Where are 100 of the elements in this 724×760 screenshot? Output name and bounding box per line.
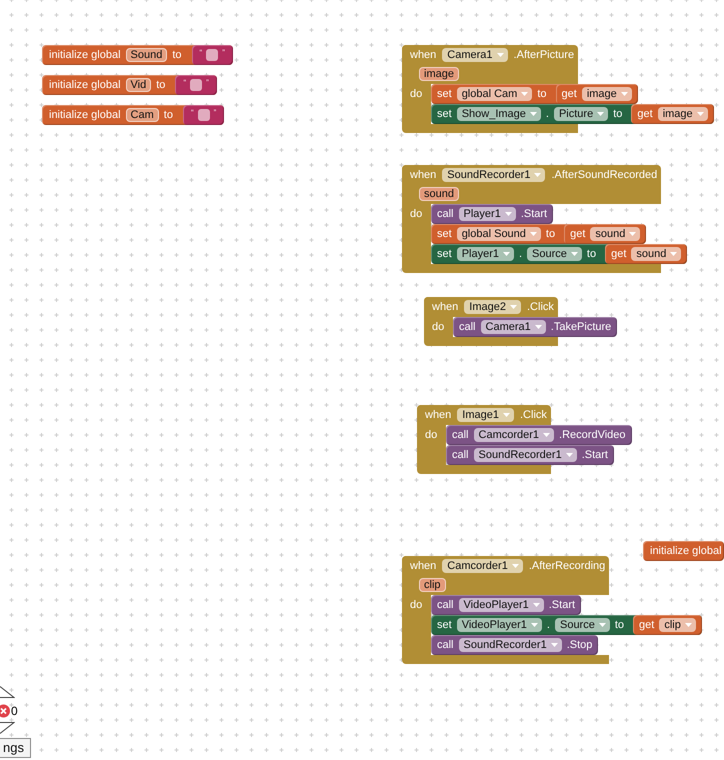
global-variable-block[interactable]: initialize global Vid to “ ”	[42, 75, 217, 95]
property-dropdown[interactable]: Source	[554, 618, 610, 632]
variable-dropdown[interactable]: sound	[590, 227, 640, 241]
global-variable-block[interactable]: initialize global Sound to “ ”	[42, 45, 233, 65]
event-name-label: .AfterSoundRecorded	[551, 169, 658, 181]
variable-setter-block[interactable]: set global Sound to get sound	[431, 224, 646, 244]
caret-icon	[534, 325, 542, 329]
component-dropdown[interactable]: Camera1	[442, 48, 508, 62]
caret-icon	[670, 252, 678, 256]
up-arrow-icon[interactable]	[0, 686, 15, 698]
component-dropdown[interactable]: Camcorder1	[474, 428, 554, 442]
text-block[interactable]: “ ”	[192, 45, 233, 65]
component-dropdown[interactable]: SoundRecorder1	[442, 168, 546, 182]
keyword-label: initialize global	[650, 545, 722, 557]
caret-icon	[521, 92, 528, 96]
variable-dropdown[interactable]: sound	[631, 247, 682, 261]
getter-block[interactable]: get sound	[564, 224, 646, 244]
event-handler-block[interactable]: when Camera1 .AfterPicture image do set global Cam to get image set Show_Image . Picture to get image	[402, 45, 714, 133]
getter-block[interactable]: get clip	[633, 615, 702, 635]
keyword-label: get	[637, 108, 653, 120]
method-call-block[interactable]: call Camcorder1 .RecordVideo	[446, 425, 632, 445]
text-field[interactable]	[198, 109, 210, 121]
variable-dropdown[interactable]: clip	[659, 618, 696, 632]
method-call-block[interactable]: call SoundRecorder1 .Start	[446, 445, 614, 465]
keyword-label: call	[437, 208, 454, 220]
variable-name-field[interactable]: Sound	[126, 48, 168, 62]
caret-icon	[566, 453, 573, 457]
text-block[interactable]: “ ”	[175, 75, 217, 95]
event-handler-block[interactable]: when Image2 .Click do call Camera1 .TakePicture	[424, 297, 618, 346]
event-name-label: .AfterRecording	[528, 560, 606, 572]
component-dropdown[interactable]: SoundRecorder1	[458, 638, 562, 652]
component-dropdown[interactable]: Player1	[458, 207, 516, 221]
keyword-label: initialize global	[49, 79, 121, 91]
method-call-block[interactable]: call Player1 .Start	[431, 204, 554, 224]
method-name-label: .RecordVideo	[559, 429, 626, 441]
variable-dropdown[interactable]: global Sound	[456, 227, 541, 241]
event-handler-block[interactable]: when Camcorder1 .AfterRecording clip do call VideoPlayer1 .Start set VideoPlayer1 . Source to get clip call SoundRecorder1 .Stop	[402, 556, 702, 664]
keyword-label: to	[546, 228, 556, 240]
variable-dropdown[interactable]: image	[582, 87, 632, 101]
method-call-block[interactable]: call VideoPlayer1 .Start	[431, 595, 582, 615]
caret-icon	[512, 564, 519, 568]
method-name-label: .TakePicture	[550, 321, 612, 333]
variable-dropdown[interactable]: global Cam	[456, 87, 532, 101]
caret-icon	[530, 232, 537, 236]
keyword-label: call	[437, 599, 454, 611]
event-handler-block[interactable]: when Image1 .Click do call Camcorder1 .RecordVideo call SoundRecorder1 .Start	[417, 405, 632, 474]
component-dropdown[interactable]: Camera1	[480, 320, 546, 334]
component-dropdown[interactable]: SoundRecorder1	[474, 448, 577, 462]
caret-icon	[684, 623, 692, 627]
quote-mark: ”	[222, 49, 225, 57]
keyword-label: get	[639, 619, 654, 631]
keyword-label: get	[570, 228, 586, 240]
caret-icon	[620, 92, 628, 96]
caret-icon	[502, 252, 510, 256]
method-call-block[interactable]: call Camera1 .TakePicture	[453, 317, 618, 337]
text-field[interactable]	[206, 49, 218, 61]
keyword-label: call	[452, 429, 469, 441]
caret-icon	[597, 112, 604, 116]
parameter-field[interactable]: image	[419, 67, 459, 81]
component-dropdown[interactable]: VideoPlayer1	[458, 598, 544, 612]
method-name-label: .Start	[520, 208, 548, 220]
down-arrow-icon[interactable]	[0, 722, 15, 734]
keyword-label: to	[156, 79, 166, 91]
getter-block[interactable]: get image	[631, 104, 714, 124]
getter-block[interactable]: get sound	[605, 244, 688, 264]
keyword-label: to	[613, 108, 622, 120]
keyword-label: do	[409, 207, 424, 222]
property-dropdown[interactable]: Source	[527, 247, 582, 261]
text-field[interactable]	[190, 79, 202, 91]
component-dropdown[interactable]: Image2	[464, 300, 521, 314]
event-handler-block[interactable]: when SoundRecorder1 .AfterSoundRecorded sound do call Player1 .Start set global Sound to get sound set Player1 . Source to get sound	[402, 165, 688, 273]
caret-icon	[550, 643, 558, 647]
parameter-field[interactable]: sound	[419, 187, 459, 201]
component-dropdown[interactable]: VideoPlayer1	[456, 618, 542, 632]
property-setter-block[interactable]: set Player1 . Source to get sound	[431, 244, 688, 264]
component-dropdown[interactable]: Camcorder1	[442, 559, 523, 573]
caret-icon	[696, 112, 704, 116]
component-dropdown[interactable]: Show_Image	[456, 107, 541, 121]
event-name-label: .Click	[527, 301, 554, 313]
keyword-label: set	[437, 248, 452, 260]
getter-block[interactable]: get image	[556, 84, 638, 104]
variable-name-field[interactable]: Cam	[126, 108, 159, 122]
method-call-block[interactable]: call SoundRecorder1 .Stop	[431, 635, 598, 655]
global-variable-block[interactable]: initialize global Cam to “ ”	[42, 105, 224, 125]
keyword-label: when	[425, 409, 452, 421]
variable-name-field[interactable]: Vid	[126, 78, 152, 92]
variable-dropdown[interactable]: image	[658, 107, 708, 121]
component-dropdown[interactable]: Image1	[457, 408, 514, 422]
property-setter-block[interactable]: set VideoPlayer1 . Source to get clip	[431, 615, 702, 635]
quote-mark: ”	[206, 79, 209, 87]
dot-label: .	[546, 108, 549, 120]
property-setter-block[interactable]: set Show_Image . Picture to get image	[431, 104, 714, 124]
component-dropdown[interactable]: Player1	[456, 247, 514, 261]
parameter-field[interactable]: clip	[419, 578, 446, 592]
property-dropdown[interactable]: Picture	[554, 107, 608, 121]
keyword-label: initialize global	[49, 49, 121, 61]
variable-setter-block[interactable]: set global Cam to get image	[431, 84, 638, 104]
show-warnings-button[interactable]: ngs	[0, 738, 31, 758]
quote-mark: “	[190, 109, 194, 117]
text-block[interactable]: “ ”	[182, 105, 224, 125]
